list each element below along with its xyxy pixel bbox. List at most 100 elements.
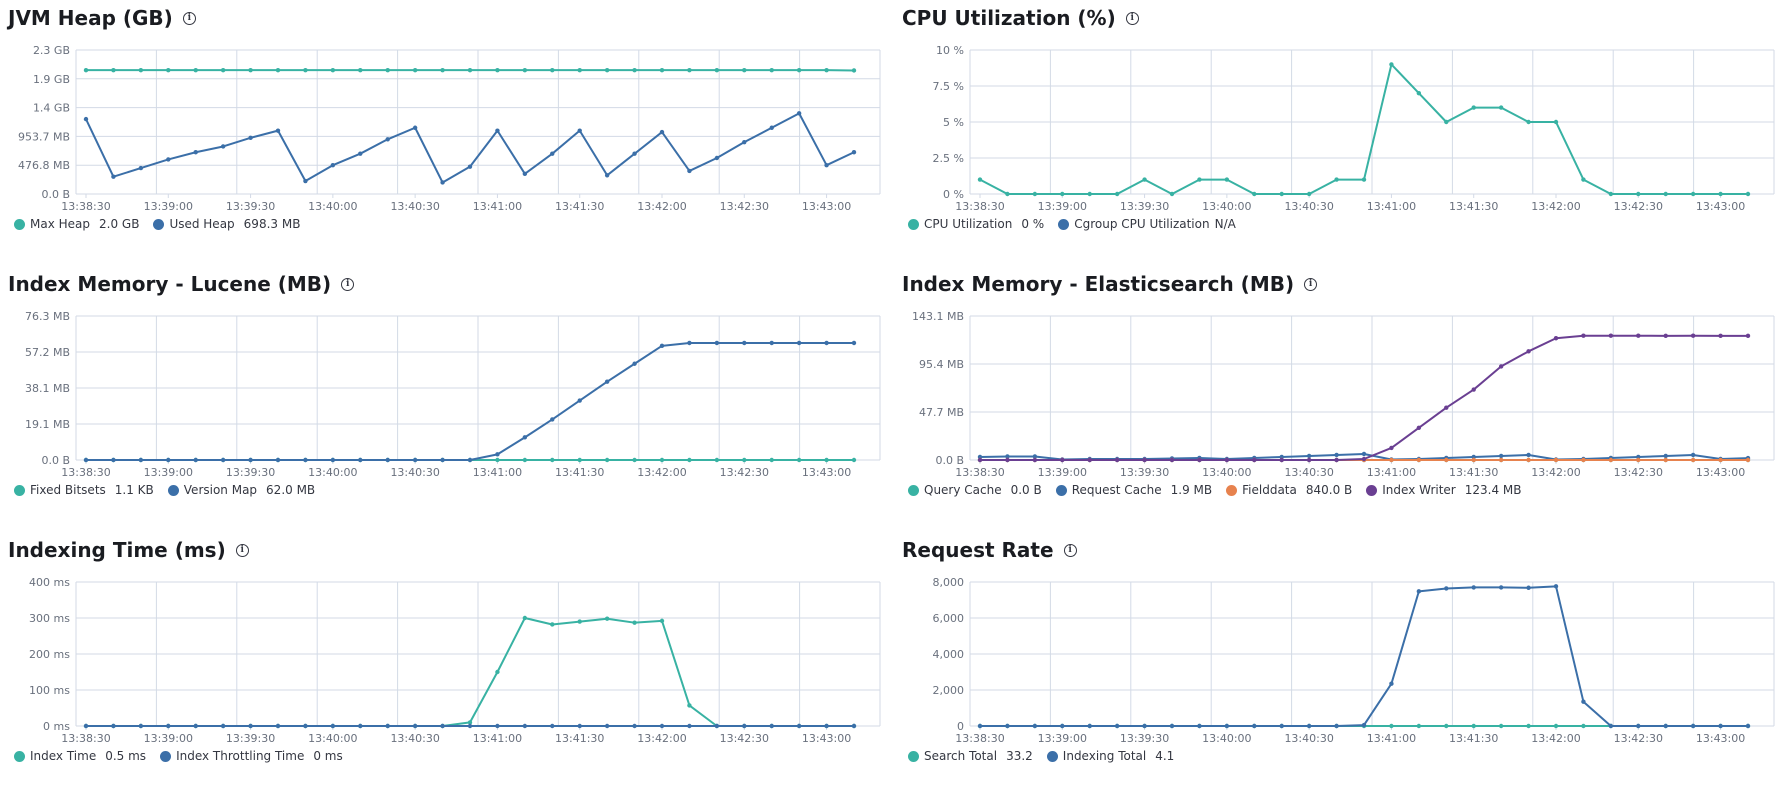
data-point[interactable] [84,117,88,121]
data-point[interactable] [1389,62,1393,66]
data-point[interactable] [84,68,88,72]
data-point[interactable] [303,458,307,462]
data-point[interactable] [1499,454,1503,458]
legend-item[interactable]: Request Cache1.9 MB [1056,483,1212,497]
data-point[interactable] [1444,586,1448,590]
info-icon[interactable]: i [1126,12,1139,25]
data-point[interactable] [84,458,88,462]
data-point[interactable] [578,458,582,462]
data-point[interactable] [605,458,609,462]
data-point[interactable] [1060,724,1064,728]
data-point[interactable] [632,151,636,155]
data-point[interactable] [1499,458,1503,462]
data-point[interactable] [495,452,499,456]
data-point[interactable] [824,68,828,72]
data-point[interactable] [440,458,444,462]
data-point[interactable] [1581,724,1585,728]
data-point[interactable] [303,68,307,72]
data-point[interactable] [1088,458,1092,462]
data-point[interactable] [1334,724,1338,728]
data-point[interactable] [797,724,801,728]
data-point[interactable] [276,128,280,132]
data-point[interactable] [468,724,472,728]
legend-item[interactable]: Version Map62.0 MB [168,483,315,497]
data-point[interactable] [1033,192,1037,196]
data-point[interactable] [1033,724,1037,728]
data-point[interactable] [1691,334,1695,338]
data-point[interactable] [413,126,417,130]
data-point[interactable] [1362,452,1366,456]
data-point[interactable] [660,619,664,623]
data-point[interactable] [550,622,554,626]
data-point[interactable] [1499,724,1503,728]
data-point[interactable] [824,341,828,345]
data-point[interactable] [194,724,198,728]
data-point[interactable] [1417,426,1421,430]
data-point[interactable] [139,458,143,462]
data-point[interactable] [1060,192,1064,196]
data-point[interactable] [1252,458,1256,462]
data-point[interactable] [605,173,609,177]
data-point[interactable] [550,724,554,728]
data-point[interactable] [1472,585,1476,589]
data-point[interactable] [358,68,362,72]
data-point[interactable] [331,68,335,72]
data-point[interactable] [495,724,499,728]
data-point[interactable] [632,620,636,624]
data-point[interactable] [303,724,307,728]
data-point[interactable] [1664,724,1668,728]
data-point[interactable] [1389,446,1393,450]
data-point[interactable] [632,362,636,366]
info-icon[interactable]: i [341,278,354,291]
data-point[interactable] [413,724,417,728]
data-point[interactable] [742,341,746,345]
data-point[interactable] [1417,724,1421,728]
data-point[interactable] [523,435,527,439]
data-point[interactable] [1142,177,1146,181]
info-icon[interactable]: i [1304,278,1317,291]
data-point[interactable] [221,68,225,72]
data-point[interactable] [1225,724,1229,728]
data-point[interactable] [605,68,609,72]
data-point[interactable] [797,111,801,115]
data-point[interactable] [1334,453,1338,457]
data-point[interactable] [632,458,636,462]
data-point[interactable] [1609,192,1613,196]
data-point[interactable] [111,458,115,462]
data-point[interactable] [248,136,252,140]
data-point[interactable] [1115,724,1119,728]
data-point[interactable] [978,724,982,728]
data-point[interactable] [1115,192,1119,196]
data-point[interactable] [495,128,499,132]
data-point[interactable] [468,164,472,168]
data-point[interactable] [523,616,527,620]
data-point[interactable] [194,68,198,72]
data-point[interactable] [1472,458,1476,462]
data-point[interactable] [1636,334,1640,338]
data-point[interactable] [1609,724,1613,728]
data-point[interactable] [1472,387,1476,391]
data-point[interactable] [1636,192,1640,196]
data-point[interactable] [1636,458,1640,462]
data-point[interactable] [303,179,307,183]
data-point[interactable] [276,68,280,72]
legend-item[interactable]: Used Heap698.3 MB [153,217,300,231]
data-point[interactable] [440,724,444,728]
data-point[interactable] [550,417,554,421]
data-point[interactable] [1718,724,1722,728]
data-point[interactable] [550,458,554,462]
data-point[interactable] [1197,724,1201,728]
data-point[interactable] [1142,458,1146,462]
data-point[interactable] [1526,453,1530,457]
data-point[interactable] [797,341,801,345]
data-point[interactable] [1005,192,1009,196]
data-point[interactable] [1088,724,1092,728]
info-icon[interactable]: i [183,12,196,25]
data-point[interactable] [139,68,143,72]
legend-item[interactable]: Search Total33.2 [908,749,1033,763]
data-point[interactable] [1581,177,1585,181]
data-point[interactable] [1554,120,1558,124]
data-point[interactable] [1280,724,1284,728]
data-point[interactable] [578,68,582,72]
data-point[interactable] [1417,589,1421,593]
